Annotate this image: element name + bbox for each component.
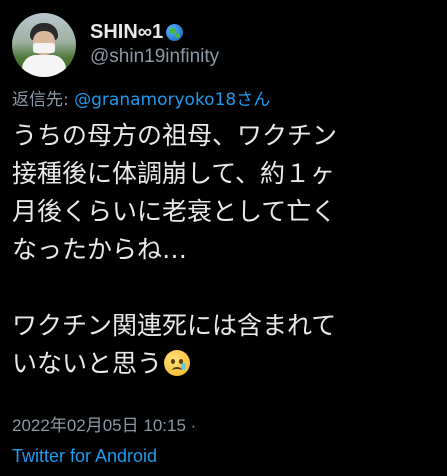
display-name-text: SHIN∞1 [90, 21, 164, 43]
tweet-header: SHIN∞1 @shin19infinity [12, 10, 219, 80]
tweet-card: SHIN∞1 @shin19infinity 返信先: @granamoryok… [0, 0, 447, 476]
tweet-source-link[interactable]: Twitter for Android [12, 445, 157, 467]
tweet-line-text: いないと思う [12, 349, 163, 378]
tweet-text: うちの母方の祖母、ワクチン 接種後に体調崩して、約１ヶ 月後くらいに老衰として亡… [12, 117, 442, 383]
tweet-line-last: いないと思う [12, 345, 442, 383]
avatar-shirt [22, 55, 66, 77]
avatar[interactable] [12, 13, 76, 77]
author-names: SHIN∞1 @shin19infinity [90, 20, 219, 70]
avatar-mask [33, 43, 55, 53]
display-name[interactable]: SHIN∞1 [90, 20, 219, 44]
tweet-line: 月後くらいに老衰として亡く [12, 197, 337, 226]
tweet-line: なったからね… [12, 235, 188, 264]
reply-prefix: 返信先: [12, 90, 75, 110]
globe-icon [166, 23, 184, 41]
tweet-line: ワクチン関連死には含まれて [12, 311, 337, 340]
user-handle[interactable]: @shin19infinity [90, 44, 219, 70]
sad-face-icon [164, 350, 191, 376]
tweet-timestamp[interactable]: 2022年02月05日 10:15 · [12, 415, 196, 437]
reply-to: 返信先: @granamoryoko18さん [12, 89, 270, 111]
tweet-line: うちの母方の祖母、ワクチン [12, 121, 338, 150]
tweet-line: 接種後に体調崩して、約１ヶ [12, 159, 336, 188]
reply-mention-link[interactable]: @granamoryoko18さん [74, 90, 270, 110]
